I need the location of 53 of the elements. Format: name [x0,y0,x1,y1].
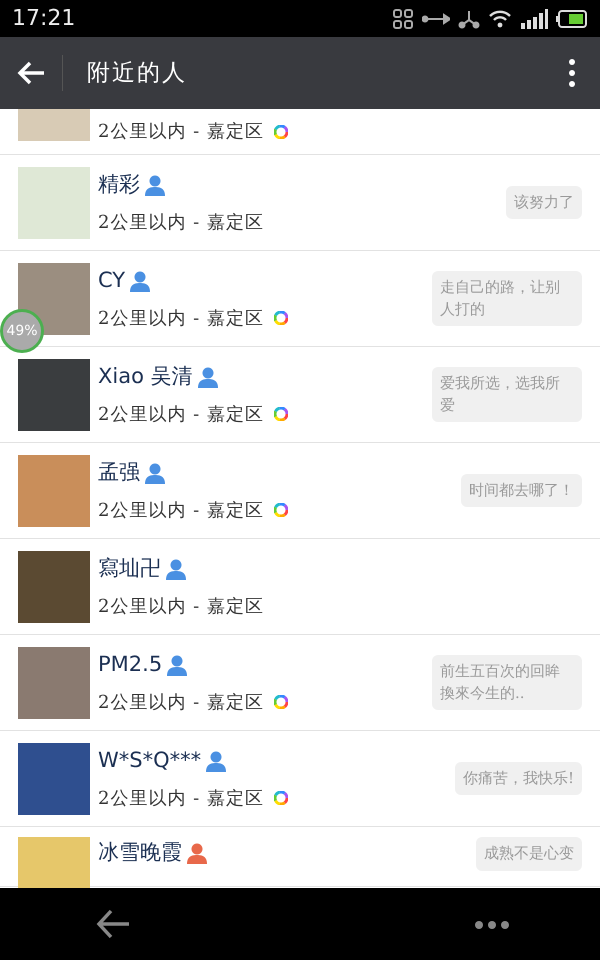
person-row[interactable]: PM2.5 2公里以内 - 嘉定区 前生五百次的回眸換來今生的.. [0,635,600,731]
avatar-photo-placeholder [18,454,90,526]
avatar-photo-placeholder [18,166,90,238]
person-name: 孟强 [98,459,140,486]
person-name: Xiao 吴清 [98,363,193,390]
distance-text: 2公里以内 - 嘉定区 [98,210,264,235]
signature-bubble: 走自己的路，让别人打的 [432,270,582,326]
wifi-icon [488,8,512,28]
person-row[interactable]: 精彩 2公里以内 - 嘉定区 该努力了 [0,155,600,251]
signal-icon [520,8,548,28]
battery-icon [556,10,588,28]
more-menu-button[interactable] [568,58,576,88]
status-time: 17:21 [12,5,76,33]
person-name: 冰雪晚霞 [98,839,182,866]
person-row[interactable]: Xiao 吴清 2公里以内 - 嘉定区 爱我所选，选我所爱 [0,347,600,443]
person-row[interactable]: W*S*Q*** 2公里以内 - 嘉定区 你痛苦，我快乐! [0,731,600,827]
progress-badge: 49% [0,309,44,353]
distance-text: 2公里以内 - 嘉定区 [98,498,264,523]
distance-text: 2公里以内 - 嘉定区 [98,306,264,331]
avatar-photo-placeholder [18,550,90,622]
back-button[interactable] [16,60,46,86]
scan-icon [392,8,414,30]
back-nav-button[interactable] [95,908,131,940]
back-arrow-icon [16,60,46,86]
person-name: PM2.5 [98,651,162,678]
avatar-photo-placeholder [18,742,90,814]
person-row[interactable]: 2公里以内 - 嘉定区 [0,109,600,155]
branch-icon [458,8,480,28]
usb-icon [422,10,450,26]
person-name: CY [98,267,126,294]
signature-bubble: 成熟不是心变 [476,837,582,871]
photo-placeholder [18,109,90,141]
person-name: 精彩 [98,171,140,198]
signature-bubble: 时间都去哪了！ [461,474,582,508]
distance-text: 2公里以内 - 嘉定区 [98,120,264,144]
distance-text: 2公里以内 - 嘉定区 [98,594,264,619]
signature-bubble: 你痛苦，我快乐! [454,762,582,796]
person-name: 寫圸卍 [98,555,161,582]
signature-bubble: 前生五百次的回眸換來今生的.. [432,654,582,710]
distance-text: 2公里以内 - 嘉定区 [98,786,264,811]
avatar-photo-placeholder [18,837,90,888]
avatar-photo-placeholder [18,358,90,430]
person-row[interactable]: 孟强 2公里以内 - 嘉定区 时间都去哪了！ [0,443,600,539]
person-name: W*S*Q*** [98,747,202,774]
signature-bubble: 爱我所选，选我所爱 [432,366,582,422]
more-icon [474,920,510,930]
avatar-photo-placeholder [18,646,90,718]
distance-text: 2公里以内 - 嘉定区 [98,690,264,715]
signature-bubble: 该努力了 [506,186,582,220]
more-icon [568,58,576,88]
distance-text: 2公里以内 - 嘉定区 [98,402,264,427]
person-row[interactable]: 寫圸卍 2公里以内 - 嘉定区 [0,539,600,635]
page-title: 附近的人 [87,58,188,88]
